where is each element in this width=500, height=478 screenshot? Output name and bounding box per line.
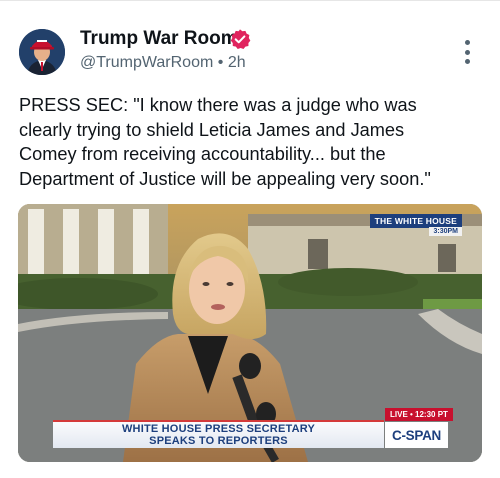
post-timestamp[interactable]: 2h: [228, 54, 246, 71]
chyron-line-2: SPEAKS TO REPORTERS: [149, 435, 288, 447]
more-dot: [464, 40, 470, 45]
avatar-image: [19, 29, 65, 75]
more-dot: [464, 59, 470, 64]
live-badge: LIVE • 12:30 PT: [385, 408, 453, 421]
author-name[interactable]: Trump War Room: [80, 28, 238, 50]
chyron-line-1: WHITE HOUSE PRESS SECRETARY: [121, 423, 316, 435]
more-dot: [464, 49, 470, 55]
author-handle[interactable]: @TrumpWarRoom: [80, 54, 213, 71]
network-logo: C-SPAN: [385, 422, 448, 448]
bug-time: 3:30PM: [429, 227, 462, 236]
author-meta: @TrumpWarRoom • 2h: [80, 54, 246, 72]
video-chyron: WHITE HOUSE PRESS SECRETARY SPEAKS TO RE…: [53, 420, 384, 448]
meta-separator: •: [217, 54, 224, 71]
author-avatar[interactable]: [19, 29, 65, 75]
top-divider: [0, 0, 500, 1]
more-options-icon[interactable]: [455, 40, 479, 64]
post-video[interactable]: THE WHITE HOUSE 3:30PM WHITE HOUSE PRESS…: [18, 204, 482, 462]
channel-bug: THE WHITE HOUSE: [369, 214, 462, 228]
post-text: PRESS SEC: "I know there was a judge who…: [19, 95, 431, 189]
verified-badge-icon: [230, 29, 251, 49]
